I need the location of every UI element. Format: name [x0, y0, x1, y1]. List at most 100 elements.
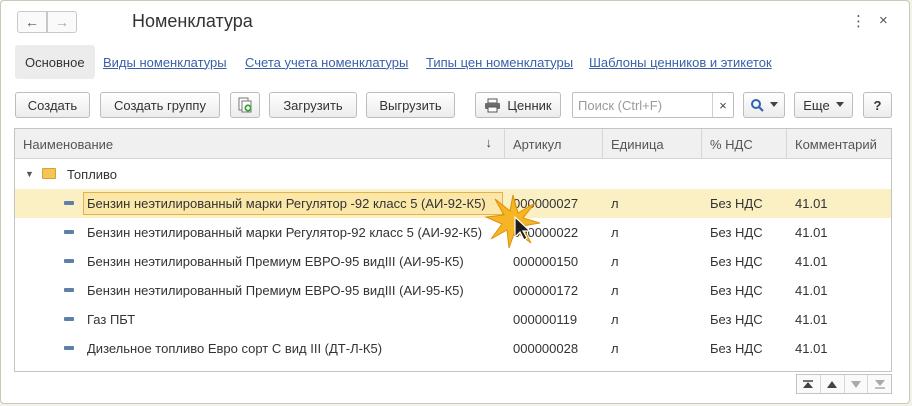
column-header-article[interactable]: Артикул — [505, 129, 603, 159]
row-vat: Без НДС — [710, 254, 763, 269]
row-unit: л — [611, 225, 619, 240]
column-header-label: Наименование — [23, 136, 114, 152]
more-button[interactable]: Еще — [794, 92, 853, 118]
row-name: Бензин неэтилированный Премиум ЕВРО-95 в… — [87, 254, 464, 269]
close-button[interactable]: × — [879, 12, 888, 29]
price-tag-label: Ценник — [507, 97, 552, 113]
forward-button[interactable]: → — [47, 11, 77, 33]
column-header-name[interactable]: Наименование ↓ — [15, 129, 505, 159]
more-actions-button[interactable]: ⋮ — [851, 12, 866, 30]
column-header-label: Единица — [611, 136, 664, 152]
column-header-unit[interactable]: Единица — [603, 129, 702, 159]
row-comment: 41.01 — [795, 283, 828, 298]
row-unit: л — [611, 196, 619, 211]
search-icon — [751, 99, 764, 112]
chevron-down-icon — [770, 102, 778, 107]
row-name: Бензин неэтилированный Премиум ЕВРО-95 в… — [87, 283, 464, 298]
tab-main[interactable]: Основное — [15, 45, 95, 79]
group-row[interactable]: ▼ Топливо — [15, 160, 891, 189]
table-row[interactable]: Газ ПБТ 000000119 л Без НДС 41.01 — [15, 305, 891, 334]
item-icon — [64, 346, 74, 350]
table-row[interactable]: Дизельное топливо Евро сорт С вид III (Д… — [15, 334, 891, 363]
tab-label-templates[interactable]: Шаблоны ценников и этикеток — [589, 45, 772, 79]
row-unit: л — [611, 283, 619, 298]
search-input[interactable] — [573, 93, 711, 117]
row-article: 000000150 — [513, 254, 579, 269]
row-vat: Без НДС — [710, 312, 763, 327]
column-header-comment[interactable]: Комментарий — [787, 129, 891, 159]
load-button[interactable]: Загрузить — [269, 92, 357, 118]
row-name: Дизельное топливо Евро сорт С вид III (Д… — [87, 341, 383, 356]
arrow-left-icon: ← — [25, 14, 39, 30]
row-comment: 41.01 — [795, 196, 828, 211]
nomenclature-table: Наименование ↓ Артикул Единица % НДС Ком… — [14, 128, 892, 372]
row-comment: 41.01 — [795, 254, 828, 269]
tab-accounting-accounts[interactable]: Счета учета номенклатуры — [245, 45, 408, 79]
row-unit: л — [611, 254, 619, 269]
scroll-up-button[interactable] — [821, 375, 845, 393]
table-header: Наименование ↓ Артикул Единица % НДС Ком… — [15, 129, 891, 159]
column-header-label: Артикул — [513, 136, 562, 152]
item-icon — [64, 288, 74, 292]
double-arrow-up-icon — [803, 379, 814, 388]
row-vat: Без НДС — [710, 341, 763, 356]
item-icon — [64, 317, 74, 321]
back-button[interactable]: ← — [17, 11, 47, 33]
create-button[interactable]: Создать — [15, 92, 90, 118]
row-vat: Без НДС — [710, 196, 763, 211]
close-icon: × — [719, 97, 727, 113]
row-unit: л — [611, 341, 619, 356]
tab-nomenclature-types[interactable]: Виды номенклатуры — [103, 45, 227, 79]
main-window: ← → Номенклатура ⋮ × Основное Виды номен… — [0, 0, 910, 404]
table-row[interactable]: Бензин неэтилированный марки Регулятор -… — [15, 189, 891, 218]
scroll-to-bottom-button[interactable] — [868, 375, 891, 393]
column-header-label: % НДС — [710, 136, 753, 152]
close-icon: × — [879, 12, 888, 29]
scroll-down-button[interactable] — [845, 375, 869, 393]
expand-triangle-icon[interactable]: ▼ — [25, 169, 34, 179]
unload-button[interactable]: Выгрузить — [366, 92, 455, 118]
item-icon — [64, 201, 74, 205]
tab-price-types[interactable]: Типы цен номенклатуры — [426, 45, 573, 79]
group-name: Топливо — [67, 167, 118, 182]
help-label: ? — [873, 97, 882, 113]
arrow-right-icon: → — [55, 14, 69, 30]
page-title: Номенклатура — [132, 11, 253, 31]
table-row[interactable]: Бензин неэтилированный Премиум ЕВРО-95 в… — [15, 247, 891, 276]
item-icon — [64, 259, 74, 263]
double-arrow-down-icon — [874, 379, 885, 389]
row-article: 000000172 — [513, 283, 579, 298]
help-button[interactable]: ? — [863, 92, 892, 118]
row-name: Бензин неэтилированный марки Регулятор -… — [87, 196, 486, 211]
row-vat: Без НДС — [710, 283, 763, 298]
row-comment: 41.01 — [795, 225, 828, 240]
load-label: Загрузить — [283, 97, 343, 113]
search-options-button[interactable] — [743, 92, 785, 118]
item-icon — [64, 230, 74, 234]
search-clear-button[interactable]: × — [712, 93, 733, 117]
more-vertical-icon: ⋮ — [851, 13, 866, 30]
chevron-down-icon — [835, 102, 844, 107]
table-row[interactable]: Бензин неэтилированный Премиум ЕВРО-95 в… — [15, 276, 891, 305]
click-highlight-icon — [485, 194, 541, 249]
column-header-label: Комментарий — [795, 136, 877, 152]
search-field[interactable]: × — [572, 92, 734, 118]
table-row[interactable]: Бензин неэтилированный марки Регулятор-9… — [15, 218, 891, 247]
create-group-button[interactable]: Создать группу — [100, 92, 220, 118]
scroll-to-top-button[interactable] — [797, 375, 821, 393]
column-header-vat[interactable]: % НДС — [702, 129, 787, 159]
arrow-down-icon — [850, 380, 861, 388]
price-tag-button[interactable]: Ценник — [475, 92, 561, 118]
row-article: 000000119 — [513, 312, 578, 327]
row-comment: 41.01 — [795, 341, 828, 356]
row-article: 000000028 — [513, 341, 579, 356]
printer-icon — [485, 98, 501, 112]
row-vat: Без НДС — [710, 225, 763, 240]
more-label: Еще — [803, 97, 830, 113]
row-comment: 41.01 — [795, 312, 828, 327]
unload-label: Выгрузить — [379, 97, 442, 113]
arrow-up-icon — [827, 380, 838, 388]
copy-add-button[interactable] — [230, 92, 260, 118]
row-name: Бензин неэтилированный марки Регулятор-9… — [87, 225, 483, 240]
row-name: Газ ПБТ — [87, 312, 136, 327]
